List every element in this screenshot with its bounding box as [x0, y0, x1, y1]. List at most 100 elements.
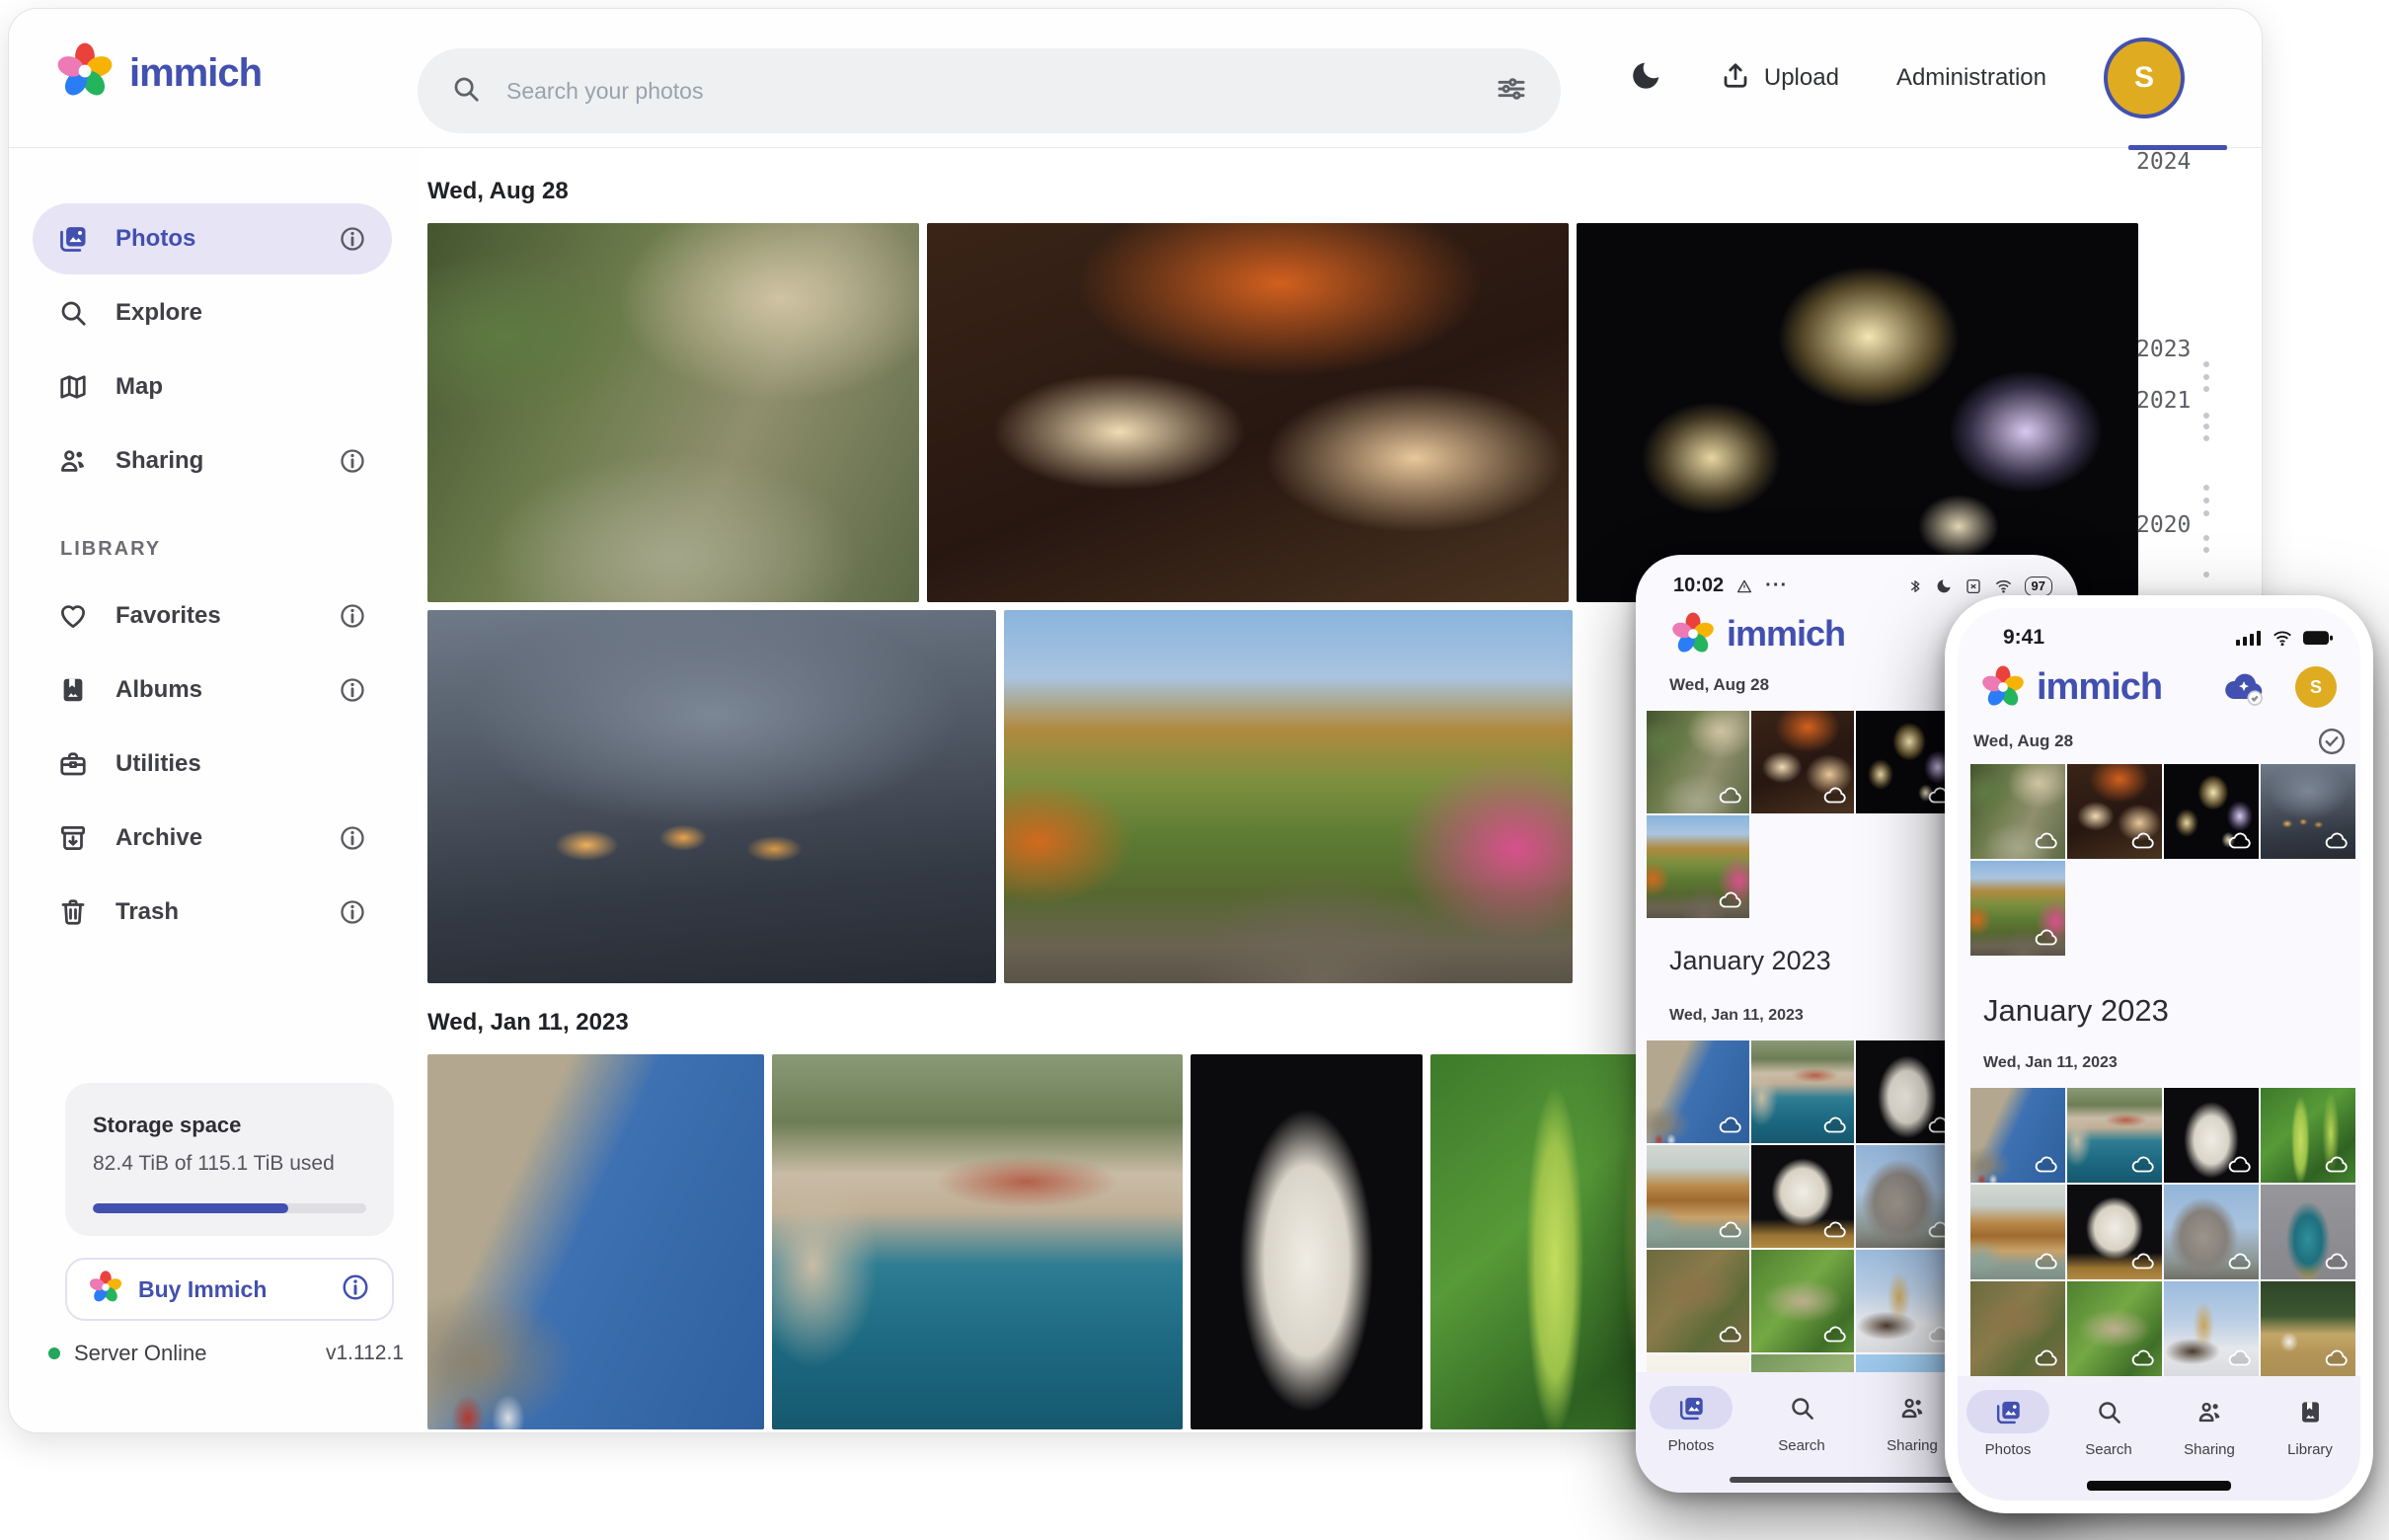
timeline-dot: [2203, 510, 2209, 516]
upload-label: Upload: [1764, 64, 1839, 92]
storage-usage: 82.4 TiB of 115.1 TiB used: [93, 1152, 366, 1176]
sidebar-item-trash[interactable]: Trash: [33, 877, 392, 948]
sidebar-item-map[interactable]: Map: [33, 351, 392, 423]
photo-hands[interactable]: [427, 610, 996, 983]
app-header: immichS: [1981, 663, 2337, 711]
photo-thumb-hugo[interactable]: [1856, 1040, 1959, 1143]
photo-hugo[interactable]: [1191, 1054, 1423, 1429]
photo-thumb-lizard2[interactable]: [2067, 1281, 2162, 1376]
timeline-year-2021[interactable]: 2021: [2136, 388, 2191, 414]
sidebar-item-photos[interactable]: Photos: [33, 203, 392, 274]
avatar[interactable]: S: [2104, 38, 2185, 118]
photo-thumb-lizard2[interactable]: [1751, 1250, 1854, 1352]
photo-thumb-autumn[interactable]: [1647, 815, 1749, 918]
nav-item-library[interactable]: Library: [2260, 1390, 2360, 1458]
timeline-dot: [2203, 386, 2209, 392]
search-bar[interactable]: [418, 48, 1561, 133]
nav-item-sharing[interactable]: Sharing: [2159, 1390, 2260, 1458]
timeline-year-2023[interactable]: 2023: [2136, 337, 2191, 362]
timeline-dot: [2203, 572, 2209, 578]
photo-thumb-jungle[interactable]: [1970, 764, 2065, 859]
info-icon[interactable]: [339, 898, 366, 926]
photo-thumb-autumn[interactable]: [1970, 861, 2065, 956]
photo-thumb-lizard1[interactable]: [1647, 1250, 1749, 1352]
upload-button[interactable]: Upload: [1721, 60, 1839, 97]
photo-autumn[interactable]: [1004, 610, 1573, 983]
photo-thumb-hugo[interactable]: [2164, 1088, 2259, 1183]
administration-link[interactable]: Administration: [1896, 64, 2046, 92]
photo-thumb-dinner[interactable]: [2067, 764, 2162, 859]
nav-item-search[interactable]: Search: [1746, 1386, 1857, 1454]
storage-progress-bar: [93, 1203, 366, 1213]
photo-thumb-whiterock[interactable]: [1751, 1145, 1854, 1248]
timeline-dot: [2203, 547, 2209, 553]
photo-jungle[interactable]: [427, 223, 919, 602]
sidebar: PhotosExploreMapSharing LIBRARY Favorite…: [9, 148, 420, 1432]
info-icon[interactable]: [339, 225, 366, 253]
info-icon[interactable]: [341, 1272, 370, 1307]
photo-thumb-farm[interactable]: [2261, 1281, 2355, 1376]
photo-thumb-castle[interactable]: [1647, 1040, 1749, 1143]
photo-dinner[interactable]: [927, 223, 1569, 602]
data-saver-icon: [1735, 578, 1753, 595]
bluetooth-icon: [1906, 578, 1924, 595]
photo-thumb-winterchurch[interactable]: [2164, 1281, 2259, 1376]
sidebar-item-label: Favorites: [116, 602, 311, 630]
backup-cloud-icon[interactable]: [2220, 663, 2268, 711]
nav-item-search[interactable]: Search: [2058, 1390, 2159, 1458]
photo-thumb-berries[interactable]: [2261, 1088, 2355, 1183]
immich-flower-icon: [1981, 665, 2025, 709]
photo-thumb-coast[interactable]: [1751, 1040, 1854, 1143]
timeline-year-2024[interactable]: 2024: [2136, 149, 2191, 175]
sidebar-item-explore[interactable]: Explore: [33, 277, 392, 348]
buy-immich-button[interactable]: Buy Immich: [65, 1258, 394, 1321]
dark-mode-toggle[interactable]: [1630, 58, 1663, 99]
info-icon[interactable]: [339, 602, 366, 630]
photo-thumb-ruins[interactable]: [1856, 1145, 1959, 1248]
info-icon[interactable]: [339, 676, 366, 704]
photos-icon: [1650, 1386, 1733, 1429]
timeline-year-2020[interactable]: 2020: [2136, 512, 2191, 538]
photo-thumb-fireworks[interactable]: [1856, 711, 1959, 813]
info-icon[interactable]: [339, 447, 366, 475]
photo-thumb-jungle[interactable]: [1647, 711, 1749, 813]
photo-thumb-hands[interactable]: [2261, 764, 2355, 859]
immich-logo: immich: [1671, 612, 1845, 655]
sidebar-item-favorites[interactable]: Favorites: [33, 580, 392, 652]
nav-item-photos[interactable]: Photos: [1958, 1390, 2058, 1458]
storage-title: Storage space: [93, 1113, 366, 1138]
nav-label: Search: [1778, 1437, 1825, 1454]
server-online-dot: [48, 1348, 60, 1359]
photo-thumb-dinner[interactable]: [1751, 711, 1854, 813]
battery-icon: 97: [2025, 577, 2052, 596]
filter-tune-icon[interactable]: [1496, 73, 1527, 110]
photo-thumb-cliffbeach[interactable]: [1647, 1145, 1749, 1248]
select-all-check-icon[interactable]: [2317, 727, 2347, 756]
avatar[interactable]: S: [2295, 666, 2337, 708]
sidebar-item-archive[interactable]: Archive: [33, 803, 392, 874]
status-bar: 9:41: [2003, 626, 2333, 650]
photo-thumb-ornament[interactable]: [2261, 1185, 2355, 1279]
photo-thumb-winterchurch[interactable]: [1856, 1250, 1959, 1352]
sidebar-item-utilities[interactable]: Utilities: [33, 729, 392, 800]
photo-castle[interactable]: [427, 1054, 764, 1429]
photo-thumb-fireworks[interactable]: [2164, 764, 2259, 859]
photo-thumb-coast[interactable]: [2067, 1088, 2162, 1183]
photo-coast[interactable]: [772, 1054, 1183, 1429]
photo-thumb-ruins[interactable]: [2164, 1185, 2259, 1279]
nav-item-photos[interactable]: Photos: [1636, 1386, 1746, 1454]
photo-thumb-cliffbeach[interactable]: [1970, 1185, 2065, 1279]
timeline-dot: [2203, 374, 2209, 380]
sidebar-item-albums[interactable]: Albums: [33, 654, 392, 726]
photo-thumb-castle[interactable]: [1970, 1088, 2065, 1183]
immich-logo[interactable]: immich: [56, 42, 262, 105]
info-icon[interactable]: [339, 824, 366, 852]
photo-thumb-lizard1[interactable]: [1970, 1281, 2065, 1376]
buy-immich-label: Buy Immich: [138, 1276, 325, 1303]
photo-fireworks[interactable]: [1577, 223, 2138, 602]
nav-label: Search: [2085, 1441, 2132, 1458]
photo-thumb-whiterock[interactable]: [2067, 1185, 2162, 1279]
date-header: Wed, Jan 11, 2023: [1669, 1007, 1804, 1025]
search-input[interactable]: [504, 77, 1496, 106]
sidebar-item-sharing[interactable]: Sharing: [33, 425, 392, 497]
